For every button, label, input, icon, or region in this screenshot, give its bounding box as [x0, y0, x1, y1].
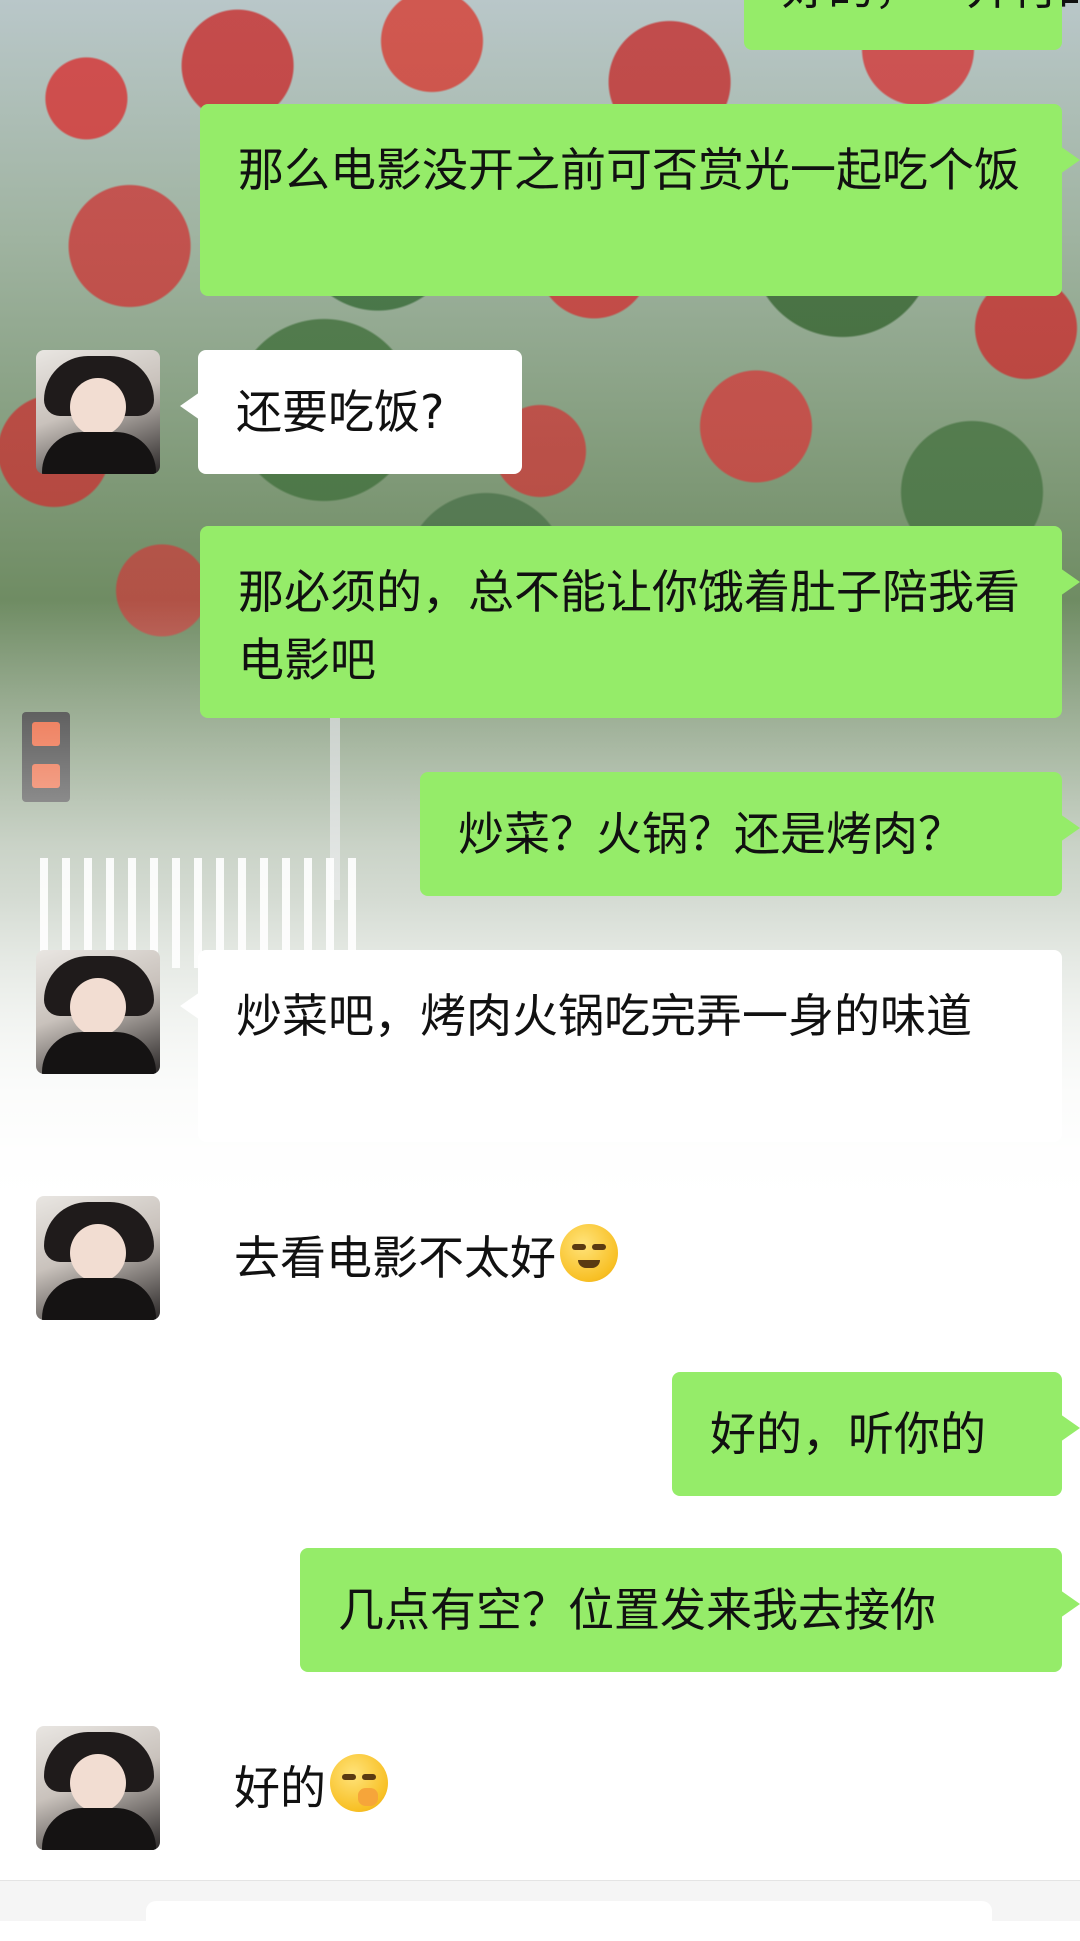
message-text: 几点有空？位置发来我去接你	[338, 1583, 936, 1637]
incoming-message-bubble[interactable]: 还要吃饭?	[180, 350, 522, 474]
contact-avatar[interactable]	[36, 1196, 160, 1320]
message-text: 那必须的，总不能让你饿着肚子陪我看电影吧	[238, 565, 1020, 687]
message-text: 炒菜吧，烤肉火锅吃完弄一身的味道	[236, 989, 972, 1043]
incoming-message-text[interactable]: 好的	[234, 1754, 388, 1822]
outgoing-message-bubble[interactable]: 几点有空？位置发来我去接你	[300, 1548, 1080, 1672]
incoming-message-text[interactable]: 去看电影不太好	[234, 1224, 618, 1292]
outgoing-message-bubble[interactable]: 那必须的，总不能让你饿着肚子陪我看电影吧	[200, 526, 1080, 718]
outgoing-message-bubble[interactable]: 炒菜？火锅？还是烤肉？	[420, 772, 1080, 896]
message-text: 去看电影不太好	[234, 1231, 556, 1285]
smirking-shush-emoji	[330, 1754, 388, 1812]
face-with-tears-of-joy-emoji	[560, 1224, 618, 1282]
message-text: 炒菜？火锅？还是烤肉？	[458, 807, 964, 861]
contact-avatar[interactable]	[36, 1726, 160, 1850]
message-text: 还要吃饭?	[236, 385, 445, 439]
message-text: 好的，听你的	[710, 1407, 986, 1461]
contact-avatar[interactable]	[36, 950, 160, 1074]
outgoing-message-bubble[interactable]: 好的，听你的	[672, 1372, 1080, 1496]
message-text: 好的	[234, 1761, 326, 1815]
contact-avatar[interactable]	[36, 350, 160, 474]
outgoing-message-bubble[interactable]: 好的，一并付的	[744, 0, 1080, 50]
incoming-message-bubble[interactable]: 炒菜吧，烤肉火锅吃完弄一身的味道	[180, 950, 1062, 1142]
message-input[interactable]	[146, 1901, 992, 1941]
message-list[interactable]: 好的，一并付的 那么电影没开之前可否赏光一起吃个饭 还要吃饭? 那必须的，总不能…	[0, 0, 1080, 1880]
outgoing-message-bubble[interactable]: 那么电影没开之前可否赏光一起吃个饭	[200, 104, 1080, 296]
input-bar	[0, 1880, 1080, 1941]
message-text: 好的，一并付的	[782, 0, 1080, 15]
message-text: 那么电影没开之前可否赏光一起吃个饭	[238, 143, 1020, 197]
